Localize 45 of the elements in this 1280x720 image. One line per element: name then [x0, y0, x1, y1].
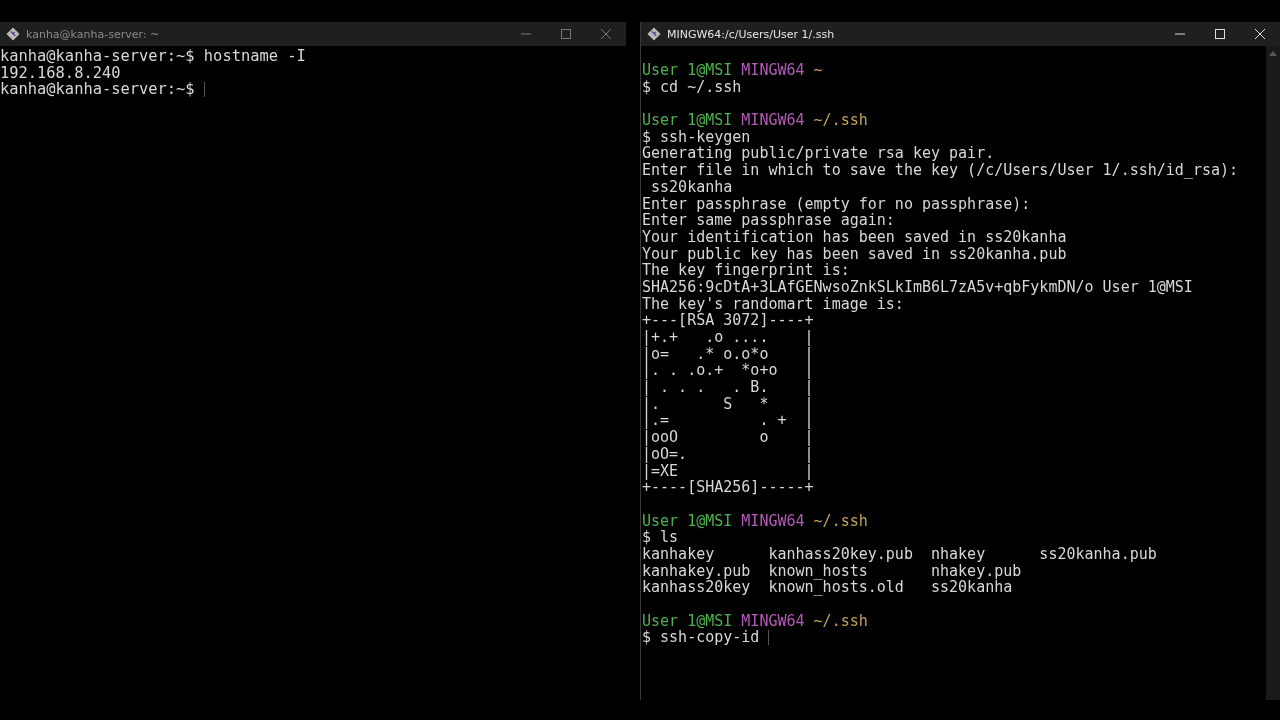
terminal-line: $ ssh-copy-id	[642, 629, 760, 647]
terminal-line: Enter file in which to save the key (/c/Users/User 1/.ssh/id_rsa):	[642, 162, 1239, 179]
terminal-line: SHA256:9cDtA+3LAfGENwsoZnkSLkImB6L7zA5v+qbFykmDN/o User 1@MSI	[642, 278, 1193, 296]
terminal-line: $ ls	[642, 529, 679, 546]
terminal-line: kanhakey.pub known_hosts nhakey.pub	[642, 562, 1022, 580]
window-title: kanha@kanha-server: ~	[26, 27, 160, 41]
terminal-line: 192.168.8.240	[0, 64, 121, 82]
terminal-line: |=XE |	[642, 462, 814, 480]
prompt-line: User 1@MSI MINGW64 ~/.ssh	[642, 512, 869, 530]
scrollbar[interactable]	[1266, 46, 1280, 700]
prompt-line: User 1@MSI MINGW64 ~	[642, 62, 824, 79]
terminal-line: |ooO o |	[642, 429, 814, 446]
prompt-line: User 1@MSI MINGW64 ~/.ssh	[642, 112, 869, 129]
terminal-line: kanha@kanha-server:~$	[0, 81, 195, 99]
diamond-logo-icon	[647, 27, 661, 41]
window-title: MINGW64:/c/Users/User 1/.ssh	[667, 27, 835, 41]
terminal-line: +----[SHA256]-----+	[642, 479, 814, 496]
close-icon	[1255, 29, 1265, 39]
terminal-line: Enter passphrase (empty for no passphrase):	[642, 195, 1031, 213]
terminal-line: The key's randomart image is:	[642, 295, 904, 313]
terminal-line: | . . . . B. |	[642, 379, 814, 396]
terminal-line: Your identification has been saved in ss20kanha	[642, 228, 1067, 246]
terminal-line: |. S * |	[642, 395, 814, 413]
maximize-icon	[561, 29, 571, 39]
terminal-line: |o= .* o.o*o |	[642, 345, 814, 363]
diamond-logo-icon	[6, 27, 20, 41]
terminal-line: |. . .o.+ *o+o |	[642, 362, 814, 380]
prompt-line: User 1@MSI MINGW64 ~/.ssh	[642, 612, 869, 630]
terminal-line: The key fingerprint is:	[642, 262, 850, 279]
terminal-line: kanhass20key known_hosts.old ss20kanha	[642, 579, 1013, 596]
terminal-line: Your public key has been saved in ss20kanha.pub	[642, 245, 1067, 263]
scroll-up-arrow-icon[interactable]	[1268, 49, 1278, 57]
terminal-line: Enter same passphrase again:	[642, 212, 895, 229]
terminal-line: $ cd ~/.ssh	[642, 78, 742, 96]
terminal-line: |.= . + |	[642, 412, 814, 430]
terminal-line: $ ssh-keygen	[642, 128, 751, 146]
terminal-line: |+.+ .o .... |	[642, 329, 814, 346]
terminal-line: kanha@kanha-server:~$ hostname -I	[0, 48, 306, 65]
maximize-icon	[1215, 29, 1225, 39]
terminal-line: |oO=. |	[642, 445, 814, 463]
terminal-line: Generating public/private rsa key pair.	[642, 145, 995, 163]
terminal-line: ss20kanha	[650, 178, 733, 196]
terminal-line: +---[RSA 3072]----+	[642, 312, 814, 329]
terminal-line: kanhakey kanhass20key.pub nhakey ss20kanha.pub	[642, 545, 1157, 563]
close-icon	[601, 29, 611, 39]
